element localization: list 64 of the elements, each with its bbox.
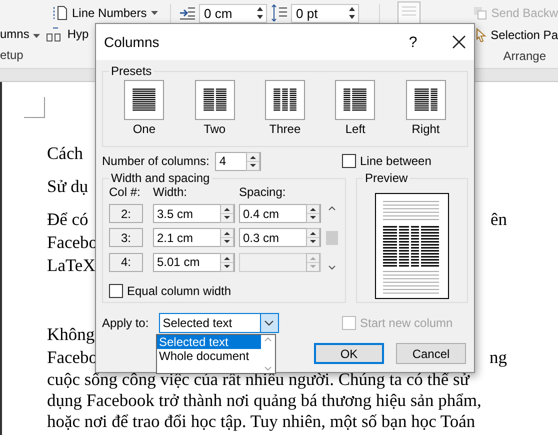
document-text: hoặc nơi để trao đổi học tập. Tuy nhiên, một số bạn học Toán xyxy=(47,411,476,432)
group-label: etup xyxy=(0,48,24,62)
column-header: Col #: xyxy=(109,185,142,199)
hyphenation-button[interactable]: Hyp xyxy=(67,26,89,41)
spinner-arrows-icon[interactable] xyxy=(220,204,234,224)
equal-width-checkbox[interactable]: Equal column width xyxy=(109,284,249,298)
selection-pane-button[interactable]: Selection Pa xyxy=(474,24,558,46)
spacing-field[interactable]: 0.4 cm xyxy=(239,204,321,224)
apply-to-dropdown[interactable]: Selected text xyxy=(158,313,279,333)
document-text: LaTeX xyxy=(47,254,96,277)
dropdown-option[interactable]: Whole document xyxy=(157,349,261,363)
column-number-button[interactable]: 3: xyxy=(109,228,143,248)
document-text: Cách xyxy=(47,142,83,165)
help-button[interactable]: ? xyxy=(400,34,426,50)
spinner-arrows-icon[interactable] xyxy=(220,252,234,272)
document-text: Không xyxy=(47,323,95,346)
line-numbers-icon xyxy=(52,4,68,21)
group-label: Presets xyxy=(110,64,153,78)
chevron-icon xyxy=(264,320,274,326)
indent-field[interactable]: 0 cm xyxy=(199,4,267,22)
document-text: dụng Facebook trở thành nơi quảng bá thương hiệu sản phẩm, xyxy=(47,390,482,411)
columns-number-field[interactable]: 4 xyxy=(215,152,262,170)
scroll-up-icon[interactable] xyxy=(327,204,337,212)
line-spacing-icon xyxy=(271,4,287,22)
spacing-field[interactable]: 0.3 cm xyxy=(239,228,321,248)
spinner-arrows-icon[interactable] xyxy=(348,5,356,21)
group-label: Width and spacing xyxy=(110,171,211,185)
field-label: Apply to: xyxy=(102,316,149,330)
scrollbar[interactable] xyxy=(325,204,339,272)
document-text: ên xyxy=(490,208,507,231)
group-label: Preview xyxy=(364,171,409,185)
spinner-arrows-icon[interactable] xyxy=(306,228,320,248)
dialog-button[interactable]: OK xyxy=(314,343,384,364)
indent-icon xyxy=(179,6,195,20)
margin-mark xyxy=(24,97,45,118)
group-label: Arrange xyxy=(503,49,546,63)
dialog-title: Columns xyxy=(104,34,160,50)
dialog-button[interactable]: Cancel xyxy=(396,343,466,364)
field-label: Number of columns: xyxy=(102,154,210,168)
width-field[interactable]: 2.1 cm xyxy=(153,228,235,248)
columns-button[interactable]: umns xyxy=(0,26,30,41)
line-between-checkbox[interactable]: Line between xyxy=(342,154,454,168)
spinner-arrows-icon[interactable] xyxy=(306,204,320,224)
scroll-down-icon[interactable] xyxy=(327,264,337,272)
spinner-arrows-icon[interactable] xyxy=(220,228,234,248)
document-text: ng xyxy=(490,346,507,369)
column-number-button[interactable]: 2: xyxy=(109,204,143,224)
document-text: Để có xyxy=(47,208,88,231)
caret-icon xyxy=(33,34,40,38)
spacing-field[interactable]: 0 pt xyxy=(291,4,359,22)
spinner-arrows-icon[interactable] xyxy=(246,152,260,170)
send-backward-icon xyxy=(473,6,488,20)
spinner-arrows-icon[interactable] xyxy=(256,5,264,21)
line-numbers-button[interactable]: Line Numbers xyxy=(72,6,147,20)
caret-icon xyxy=(150,10,158,15)
hyphenation-icon xyxy=(45,24,64,43)
cursor-icon xyxy=(474,28,487,42)
width-field[interactable]: 5.01 cm xyxy=(153,252,235,272)
dropdown-option[interactable]: Selected text xyxy=(157,335,261,349)
column-number-button[interactable]: 4: xyxy=(109,252,143,272)
column-header: Width: xyxy=(153,185,188,199)
width-field[interactable]: 3.5 cm xyxy=(153,204,235,224)
document-text: Sử dụ xyxy=(47,175,88,198)
column-header: Spacing: xyxy=(239,185,287,199)
